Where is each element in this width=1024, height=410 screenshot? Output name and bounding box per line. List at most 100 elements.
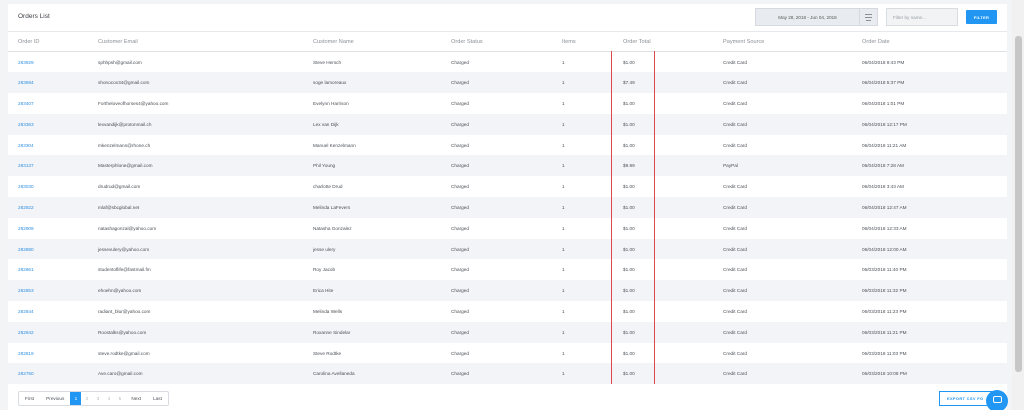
cell-order-id[interactable]: 282853 bbox=[8, 280, 88, 302]
cell-customer-email: radiant_blur@yahoo.com bbox=[88, 301, 303, 322]
table-row[interactable]: 283694 shonocox34@gmail.com soge lamoreaux… bbox=[8, 72, 1007, 94]
table-row[interactable]: 283304 mkenzelmann@rhone.ch Manuel Kenzelm… bbox=[8, 134, 1007, 156]
cell-order-id[interactable]: 282819 bbox=[8, 342, 88, 364]
cell-order-date: 06/04/2018 12:47 AM bbox=[852, 197, 1007, 218]
cell-order-status: Charged bbox=[441, 134, 552, 156]
column-header-order-id[interactable]: Order ID bbox=[8, 31, 88, 52]
cell-order-id[interactable]: 283137 bbox=[8, 155, 88, 177]
cell-payment-source: Credit Card bbox=[713, 363, 852, 385]
cell-items: 1 bbox=[552, 301, 613, 322]
cell-order-status: Charged bbox=[441, 280, 552, 302]
cell-order-status: Charged bbox=[441, 342, 552, 364]
pagination-page-3[interactable]: 3 bbox=[92, 392, 103, 405]
cell-payment-source: Credit Card bbox=[713, 301, 852, 322]
cell-customer-name: Melinda Wells bbox=[303, 301, 441, 322]
cell-items: 1 bbox=[552, 321, 613, 343]
cell-order-id[interactable]: 283929 bbox=[8, 51, 88, 73]
cell-customer-email: lexvandijk@protonmail.ch bbox=[88, 113, 303, 135]
name-filter-input[interactable] bbox=[886, 8, 958, 26]
cell-order-status: Charged bbox=[441, 238, 552, 260]
cell-customer-name: Steve Rodtke bbox=[303, 342, 441, 364]
table-header-row: Order ID Customer Email Customer Name Order… bbox=[8, 31, 1007, 52]
table-row[interactable]: 283363 lexvandijk@protonmail.ch Lex van Di… bbox=[8, 113, 1007, 135]
table-row[interactable]: 283137 Masterphlone@gmail.com Phil Young Ch… bbox=[8, 155, 1007, 177]
cell-order-status: Charged bbox=[441, 321, 552, 343]
chat-launcher-button[interactable] bbox=[986, 390, 1008, 410]
cell-order-id[interactable]: 283030 bbox=[8, 176, 88, 198]
table-row[interactable]: 282842 Roostalks@yahoo.com Roxanne Sindela… bbox=[8, 321, 1007, 343]
table-row[interactable]: 282750 Ave.caro@gmail.com Carolina Avellan… bbox=[8, 363, 1007, 385]
cell-order-id[interactable]: 283304 bbox=[8, 134, 88, 156]
cell-order-id[interactable]: 282750 bbox=[8, 363, 88, 385]
cell-order-status: Charged bbox=[441, 72, 552, 94]
table-row[interactable]: 282819 steve.rodtke@gmail.com Steve Rodtke… bbox=[8, 342, 1007, 364]
cell-items: 1 bbox=[552, 51, 613, 73]
table-row[interactable]: 282861 studentoflife@fastmail.fm Roy Jacob… bbox=[8, 259, 1007, 281]
column-header-order-date[interactable]: Order Date bbox=[852, 31, 1007, 52]
table-row[interactable]: 283929 sphhpsh@gmail.com Steve Hersch Charg… bbox=[8, 51, 1007, 73]
cell-order-status: Charged bbox=[441, 259, 552, 281]
cell-order-date: 06/04/2018 11:21 AM bbox=[852, 134, 1007, 156]
cell-customer-name: Phil Young bbox=[303, 155, 441, 177]
column-header-order-total[interactable]: Order Total bbox=[613, 31, 713, 52]
pagination-page-4[interactable]: 4 bbox=[103, 392, 114, 405]
date-range-picker[interactable]: May 28, 2018 - Jun 04, 2018 bbox=[755, 8, 860, 26]
filter-button[interactable]: FILTER bbox=[966, 10, 997, 24]
cell-order-id[interactable]: 283363 bbox=[8, 113, 88, 135]
cell-payment-source: Credit Card bbox=[713, 134, 852, 156]
pagination-page-1[interactable]: 1 bbox=[70, 392, 82, 405]
scrollbar-thumb[interactable] bbox=[1015, 36, 1022, 372]
cell-order-date: 06/04/2018 3:43 AM bbox=[852, 176, 1007, 198]
cell-order-id[interactable]: 282844 bbox=[8, 301, 88, 322]
cell-items: 1 bbox=[552, 155, 613, 177]
table-row[interactable]: 283030 drudrud@gmail.com charlotte Drud Cha… bbox=[8, 176, 1007, 198]
cell-customer-name: Erica Hite bbox=[303, 280, 441, 302]
table-row[interactable]: 282853 ehoehn@yahoo.com Erica Hite Charged 1… bbox=[8, 280, 1007, 302]
column-header-payment-source[interactable]: Payment Source bbox=[713, 31, 852, 52]
cell-order-status: Charged bbox=[441, 363, 552, 385]
cell-customer-name: jesse ulery bbox=[303, 238, 441, 260]
pagination: First Previous 1 2 3 4 5 Next Last bbox=[18, 391, 169, 406]
cell-items: 1 bbox=[552, 280, 613, 302]
cell-customer-name: charlotte Drud bbox=[303, 176, 441, 198]
column-header-customer-name[interactable]: Customer Name bbox=[303, 31, 441, 52]
column-header-items[interactable]: Items bbox=[552, 31, 613, 52]
table-row[interactable]: 282909 natashagonzal@yahoo.com Natasha Gon… bbox=[8, 217, 1007, 239]
table-row[interactable]: 282880 jessevulery@yahoo.com jesse ulery Ch… bbox=[8, 238, 1007, 260]
cell-customer-email: shonocox34@gmail.com bbox=[88, 72, 303, 94]
column-header-customer-email[interactable]: Customer Email bbox=[88, 31, 303, 52]
cell-customer-name: Evelynn Harrison bbox=[303, 93, 441, 114]
pagination-last[interactable]: Last bbox=[147, 392, 168, 405]
cell-order-id[interactable]: 282880 bbox=[8, 238, 88, 260]
cell-order-total: $1.00 bbox=[613, 280, 713, 302]
cell-payment-source: Credit Card bbox=[713, 280, 852, 302]
column-header-order-status[interactable]: Order Status bbox=[441, 31, 552, 52]
cell-order-id[interactable]: 282861 bbox=[8, 259, 88, 281]
pagination-first[interactable]: First bbox=[19, 392, 40, 405]
cell-customer-email: natashagonzal@yahoo.com bbox=[88, 217, 303, 239]
toolbar: Orders List May 28, 2018 - Jun 04, 2018 … bbox=[8, 4, 1007, 31]
cell-order-total: $1.00 bbox=[613, 93, 713, 114]
cell-order-id[interactable]: 283407 bbox=[8, 93, 88, 114]
cell-order-id[interactable]: 282909 bbox=[8, 217, 88, 239]
pagination-page-2[interactable]: 2 bbox=[81, 392, 92, 405]
cell-order-total: $7.49 bbox=[613, 72, 713, 94]
cell-items: 1 bbox=[552, 238, 613, 260]
pagination-next[interactable]: Next bbox=[125, 392, 147, 405]
filter-lines-icon[interactable] bbox=[860, 8, 878, 26]
cell-customer-name: Manuel Kenzelmann bbox=[303, 134, 441, 156]
cell-order-total: $1.00 bbox=[613, 259, 713, 281]
table-row[interactable]: 282922 mlaf@sbcglobal.net Melinda LaFevers… bbox=[8, 197, 1007, 218]
cell-payment-source: Credit Card bbox=[713, 113, 852, 135]
table-row[interactable]: 282844 radiant_blur@yahoo.com Melinda Well… bbox=[8, 301, 1007, 322]
pagination-previous[interactable]: Previous bbox=[40, 392, 70, 405]
cell-order-id[interactable]: 283694 bbox=[8, 72, 88, 94]
pagination-page-5[interactable]: 5 bbox=[114, 392, 125, 405]
cell-order-status: Charged bbox=[441, 176, 552, 198]
cell-customer-email: steve.rodtke@gmail.com bbox=[88, 342, 303, 364]
cell-customer-email: sphhpsh@gmail.com bbox=[88, 51, 303, 73]
table-row[interactable]: 283407 Fortheloveofhorses4@yahoo.com Evely… bbox=[8, 93, 1007, 114]
cell-order-id[interactable]: 282842 bbox=[8, 321, 88, 343]
cell-order-id[interactable]: 282922 bbox=[8, 197, 88, 218]
cell-order-date: 06/04/2018 9:43 PM bbox=[852, 51, 1007, 73]
